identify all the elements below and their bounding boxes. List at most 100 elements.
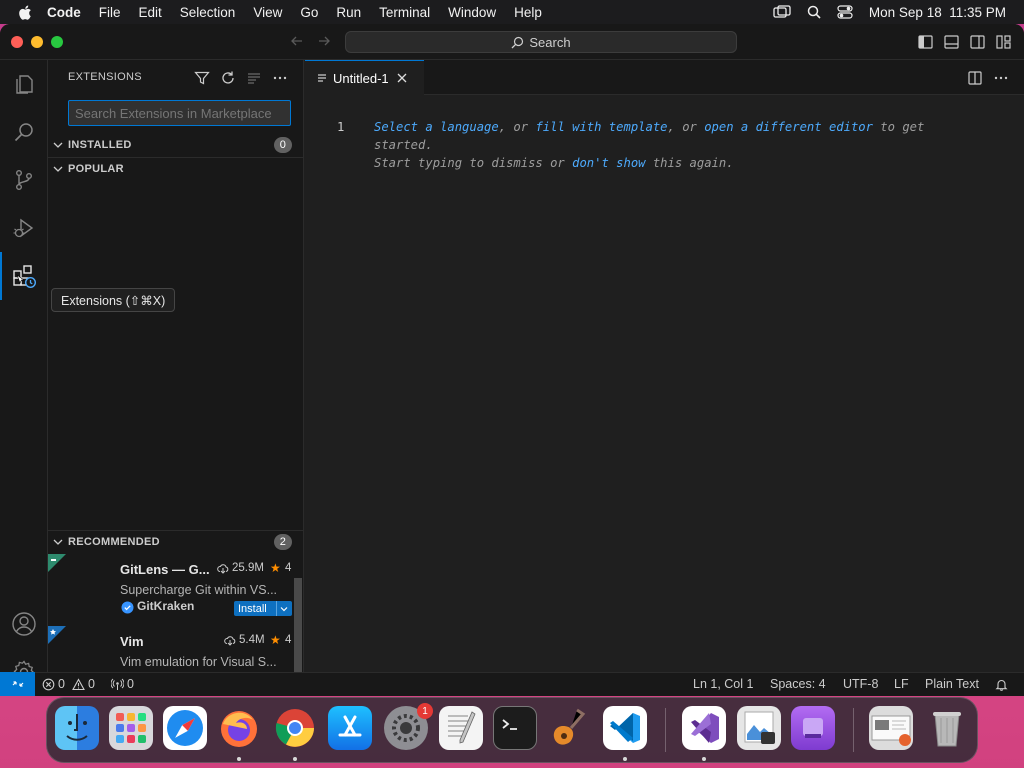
toggle-primary-sidebar-icon[interactable]	[918, 35, 933, 49]
ports-indicator[interactable]: 0	[111, 677, 134, 691]
menu-window[interactable]: Window	[439, 5, 505, 20]
dock-terminal-icon[interactable]	[493, 706, 537, 750]
extensions-icon	[11, 263, 37, 289]
end-of-line[interactable]: LF	[894, 677, 909, 691]
select-language-link[interactable]: Select a language	[374, 120, 499, 134]
menu-file[interactable]: File	[90, 5, 130, 20]
cursor-position[interactable]: Ln 1, Col 1	[693, 677, 753, 691]
minimize-window-button[interactable]	[31, 36, 43, 48]
menu-edit[interactable]: Edit	[130, 5, 171, 20]
extension-item-gitlens[interactable]: GitLens — G... 25.9M ★ 4 Supercharge Git…	[48, 554, 294, 626]
warning-icon	[72, 677, 85, 691]
close-icon[interactable]	[397, 73, 407, 83]
menu-terminal[interactable]: Terminal	[370, 5, 439, 20]
rating-value: 4	[285, 562, 292, 574]
apple-menu-icon[interactable]	[0, 4, 43, 21]
activity-bar	[0, 60, 48, 684]
star-icon: ★	[270, 633, 281, 647]
filter-icon[interactable]	[194, 70, 210, 86]
forward-arrow-icon[interactable]	[317, 34, 331, 48]
remote-icon	[11, 677, 25, 691]
dock-preview-icon[interactable]	[737, 706, 781, 750]
close-window-button[interactable]	[11, 36, 23, 48]
dock-garageband-icon[interactable]	[547, 706, 591, 750]
menu-go[interactable]: Go	[291, 5, 327, 20]
dock-podcasts-icon[interactable]	[791, 706, 835, 750]
dock-chrome-icon[interactable]	[273, 706, 317, 750]
dock-app-store-icon[interactable]	[328, 706, 372, 750]
installed-section-header[interactable]: INSTALLED 0	[48, 134, 304, 156]
language-mode[interactable]: Plain Text	[925, 677, 979, 691]
dock-finder-icon[interactable]	[55, 706, 99, 750]
menu-selection[interactable]: Selection	[171, 5, 245, 20]
clear-results-icon[interactable]	[246, 70, 262, 86]
activity-accounts[interactable]	[0, 600, 48, 648]
activity-search[interactable]	[0, 108, 48, 156]
extensions-search-input[interactable]	[68, 100, 291, 126]
customize-layout-icon[interactable]	[996, 35, 1011, 49]
menu-app-name[interactable]: Code	[43, 5, 90, 20]
dock-running-indicator	[293, 757, 297, 761]
spotlight-search-icon[interactable]	[807, 5, 821, 19]
dock-photo-icon[interactable]	[869, 706, 913, 750]
toggle-panel-icon[interactable]	[944, 35, 959, 49]
editor-hint-line-2: started.	[374, 138, 433, 152]
split-editor-icon[interactable]	[968, 71, 982, 85]
chevron-down-icon	[52, 139, 64, 151]
sidebar-title: EXTENSIONS	[68, 71, 142, 83]
back-arrow-icon[interactable]	[290, 34, 304, 48]
star-icon: ★	[270, 561, 281, 575]
encoding[interactable]: UTF-8	[843, 677, 878, 691]
chevron-down-icon	[52, 536, 64, 548]
dock-vscode-icon[interactable]	[603, 706, 647, 750]
dock-trash-icon[interactable]	[925, 706, 969, 750]
installed-label: INSTALLED	[68, 139, 132, 151]
line-number: 1	[337, 120, 345, 134]
dock-textedit-icon[interactable]	[439, 706, 483, 750]
publisher-name[interactable]: GitKraken	[137, 599, 194, 613]
recommended-section-header[interactable]: RECOMMENDED 2	[48, 530, 304, 552]
extension-description: Supercharge Git within VS...	[120, 583, 278, 597]
dont-show-link[interactable]: don't show	[572, 156, 645, 170]
title-bar: Search	[0, 24, 1024, 60]
dock-visual-studio-icon[interactable]	[682, 706, 726, 750]
notification-badge: 1	[417, 703, 433, 719]
toggle-secondary-sidebar-icon[interactable]	[970, 35, 985, 49]
extension-item-vim[interactable]: Vim 5.4M ★ 4 Vim emulation for Visual S.…	[48, 626, 294, 672]
popular-section-header[interactable]: POPULAR	[48, 157, 304, 179]
screen-mirroring-icon[interactable]	[773, 5, 791, 19]
refresh-icon[interactable]	[220, 70, 236, 86]
activity-explorer[interactable]	[0, 60, 48, 108]
tab-untitled-1[interactable]: Untitled-1	[305, 60, 424, 95]
control-center-icon[interactable]	[837, 5, 853, 19]
activity-extensions[interactable]	[0, 252, 48, 300]
dock-launchpad-icon[interactable]	[109, 706, 153, 750]
remote-indicator[interactable]	[0, 672, 35, 696]
menu-help[interactable]: Help	[505, 5, 551, 20]
install-button[interactable]: Install	[234, 601, 292, 616]
menu-run[interactable]: Run	[327, 5, 370, 20]
open-different-editor-link[interactable]: open a different editor	[704, 120, 873, 134]
tab-label: Untitled-1	[333, 70, 389, 86]
more-actions-icon[interactable]	[993, 71, 1009, 85]
indentation[interactable]: Spaces: 4	[770, 677, 826, 691]
fill-template-link[interactable]: fill with template	[535, 120, 667, 134]
download-count: 25.9M	[232, 562, 264, 574]
dock-running-indicator	[237, 757, 241, 761]
dock-firefox-icon[interactable]	[217, 706, 261, 750]
more-actions-icon[interactable]	[272, 70, 288, 86]
menu-view[interactable]: View	[244, 5, 291, 20]
activity-run-debug[interactable]	[0, 204, 48, 252]
chevron-down-icon[interactable]	[276, 601, 289, 616]
sidebar-scrollbar[interactable]	[294, 578, 302, 672]
recommended-label: RECOMMENDED	[68, 535, 160, 548]
zoom-window-button[interactable]	[51, 36, 63, 48]
dock-safari-icon[interactable]	[163, 706, 207, 750]
notifications-bell-icon[interactable]	[995, 678, 1008, 691]
command-center-search[interactable]: Search	[345, 31, 737, 53]
activity-source-control[interactable]	[0, 156, 48, 204]
menu-clock[interactable]: Mon Sep 18 11:35 PM	[869, 5, 1006, 20]
search-icon	[12, 120, 36, 144]
recommended-corner-icon	[48, 626, 66, 644]
problems-indicator[interactable]: 0 0	[42, 677, 95, 691]
